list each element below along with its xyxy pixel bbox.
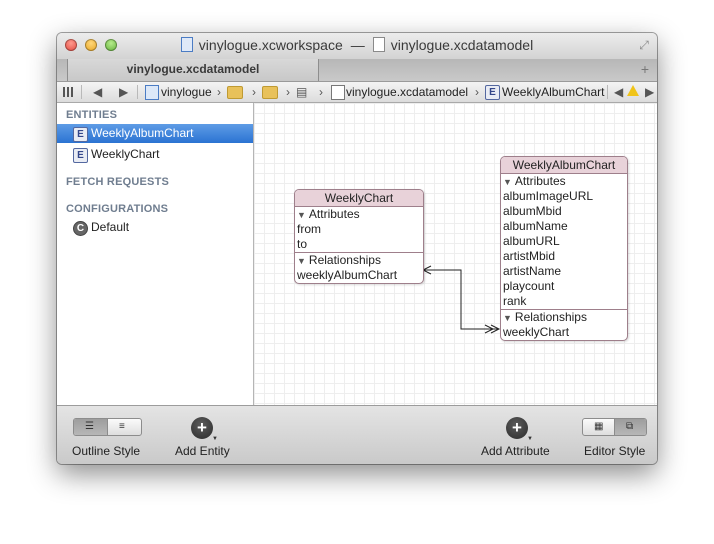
entity-box-weeklyalbumchart[interactable]: WeeklyAlbumChart ▼ Attributes albumImageU… — [500, 156, 628, 341]
attribute-row[interactable]: albumName — [501, 219, 627, 234]
attribute-row[interactable]: from — [295, 222, 423, 237]
configuration-icon: C — [73, 221, 88, 236]
table-style-button[interactable]: ☰ — [74, 419, 107, 435]
entity-outline-sidebar: ENTITIES E WeeklyAlbumChart E WeeklyChar… — [57, 103, 254, 405]
disclosure-triangle-icon[interactable]: ▼ — [297, 208, 306, 223]
diagram-canvas[interactable]: WeeklyChart ▼ Attributes from to ▼ Relatio… — [254, 103, 657, 405]
window-title: vinylogue.xcworkspace — vinylogue.xcdatamo… — [57, 37, 657, 53]
attribute-row[interactable]: artistName — [501, 264, 627, 279]
sidebar-item-label: Default — [91, 220, 130, 234]
graph-icon: ⧉ — [626, 421, 634, 432]
add-tab-button[interactable]: + — [641, 61, 649, 77]
attribute-row[interactable]: rank — [501, 294, 627, 309]
graph-editor-button[interactable]: ⧉ — [614, 419, 646, 435]
attributes-label: Attributes — [514, 174, 566, 188]
relationships-label: Relationships — [514, 310, 587, 324]
jumpbar-divider — [607, 85, 608, 99]
bottom-toolbar: ☰ ≡ Outline Style + ▼ Add Entity + ▼ Add… — [57, 405, 657, 464]
title-separator: — — [350, 37, 365, 53]
entity-icon: E — [485, 85, 500, 100]
sidebar-item-weeklyalbumchart[interactable]: E WeeklyAlbumChart — [57, 124, 253, 143]
previous-issue-icon[interactable]: ◀ — [614, 85, 623, 99]
tab-bar: vinylogue.xcdatamodel + — [57, 59, 657, 82]
entity-icon: E — [73, 148, 88, 163]
jump-bar: ◀ ▶ vinylogue › › › ▤ › vinylogue.xcdata… — [57, 82, 657, 103]
attributes-group-header[interactable]: ▼ Attributes — [501, 174, 627, 189]
attribute-row[interactable]: albumImageURL — [501, 189, 627, 204]
grid-icon[interactable] — [63, 87, 75, 97]
sidebar-item-label: WeeklyAlbumChart — [91, 126, 194, 140]
breadcrumb-chevron-icon: › — [217, 85, 221, 99]
attribute-row[interactable]: albumMbid — [501, 204, 627, 219]
sidebar-item-default[interactable]: C Default — [57, 218, 253, 237]
fullscreen-icon[interactable]: ⤢ — [637, 38, 651, 52]
disclosure-triangle-icon[interactable]: ▼ — [503, 311, 512, 326]
attribute-row[interactable]: playcount — [501, 279, 627, 294]
attribute-row[interactable]: albumURL — [501, 234, 627, 249]
breadcrumb-chevron-icon: › — [475, 85, 479, 99]
relationships-group-header[interactable]: ▼ Relationships — [501, 310, 627, 325]
outline-style-control: ☰ ≡ — [73, 418, 142, 436]
xcdatamodel-icon — [331, 85, 345, 100]
xcode-window: vinylogue.xcworkspace — vinylogue.xcdatamo… — [57, 33, 657, 464]
sidebar-item-weeklychart[interactable]: E WeeklyChart — [57, 145, 253, 164]
disclosure-triangle-icon[interactable]: ▼ — [297, 254, 306, 269]
configurations-header: CONFIGURATIONS — [66, 203, 169, 215]
fetch-requests-header: FETCH REQUESTS — [66, 176, 170, 188]
relationships-group-header[interactable]: ▼ Relationships — [295, 253, 423, 268]
disclosure-triangle-icon[interactable]: ▼ — [503, 175, 512, 190]
folder-icon[interactable] — [262, 86, 278, 99]
hierarchy-list-icon: ≡ — [119, 421, 125, 432]
table-icon: ▦ — [594, 421, 604, 432]
hierarchy-style-button[interactable]: ≡ — [107, 419, 141, 435]
table-editor-button[interactable]: ▦ — [583, 419, 614, 435]
title-bar: vinylogue.xcworkspace — vinylogue.xcdatamo… — [57, 33, 657, 59]
dropdown-caret-icon[interactable]: ▼ — [527, 436, 533, 442]
attribute-row[interactable]: to — [295, 237, 423, 252]
add-attribute-label: Add Attribute — [481, 444, 550, 458]
title-workspace: vinylogue.xcworkspace — [198, 37, 343, 53]
title-model: vinylogue.xcdatamodel — [390, 37, 534, 53]
datamodel-file-icon — [372, 37, 385, 52]
back-arrow-icon[interactable]: ◀ — [93, 85, 102, 99]
folder-icon[interactable] — [227, 86, 243, 99]
entity-icon: E — [73, 127, 88, 142]
warning-icon[interactable] — [627, 85, 639, 96]
entity-title: WeeklyAlbumChart — [501, 157, 627, 174]
add-entity-label: Add Entity — [175, 444, 230, 458]
tab-xcdatamodel[interactable]: vinylogue.xcdatamodel — [67, 59, 319, 81]
entity-title: WeeklyChart — [295, 190, 423, 207]
forward-arrow-icon[interactable]: ▶ — [119, 85, 128, 99]
breadcrumb-chevron-icon: › — [286, 85, 290, 99]
dropdown-caret-icon[interactable]: ▼ — [212, 436, 218, 442]
breadcrumb-file[interactable]: vinylogue.xcdatamodel — [346, 85, 468, 99]
breadcrumb-entity[interactable]: WeeklyAlbumChart — [502, 85, 604, 99]
tab-label: vinylogue.xcdatamodel — [126, 62, 260, 76]
entities-header: ENTITIES — [66, 109, 118, 121]
workspace-file-icon — [180, 37, 193, 52]
attributes-label: Attributes — [308, 207, 360, 221]
breadcrumb-chevron-icon: › — [252, 85, 256, 99]
group-icon[interactable]: ▤ — [296, 85, 307, 99]
entity-box-weeklychart[interactable]: WeeklyChart ▼ Attributes from to ▼ Relatio… — [294, 189, 424, 284]
project-icon — [145, 85, 159, 100]
sidebar-item-label: WeeklyChart — [91, 147, 160, 161]
attribute-row[interactable]: artistMbid — [501, 249, 627, 264]
jumpbar-divider — [137, 85, 138, 99]
next-issue-icon[interactable]: ▶ — [645, 85, 654, 99]
breadcrumb-chevron-icon: › — [319, 85, 323, 99]
relationship-row[interactable]: weeklyChart — [501, 325, 627, 340]
relationship-row[interactable]: weeklyAlbumChart — [295, 268, 423, 283]
relationships-label: Relationships — [308, 253, 381, 267]
outline-style-label: Outline Style — [72, 444, 141, 458]
attributes-group-header[interactable]: ▼ Attributes — [295, 207, 423, 222]
add-attribute-button[interactable]: + — [506, 417, 528, 439]
editor-style-label: Editor Style — [584, 444, 646, 458]
add-entity-button[interactable]: + — [191, 417, 213, 439]
jumpbar-divider — [81, 85, 82, 99]
breadcrumb-project[interactable]: vinylogue — [161, 85, 212, 99]
list-icon: ☰ — [85, 421, 94, 432]
editor-style-control: ▦ ⧉ — [582, 418, 647, 436]
